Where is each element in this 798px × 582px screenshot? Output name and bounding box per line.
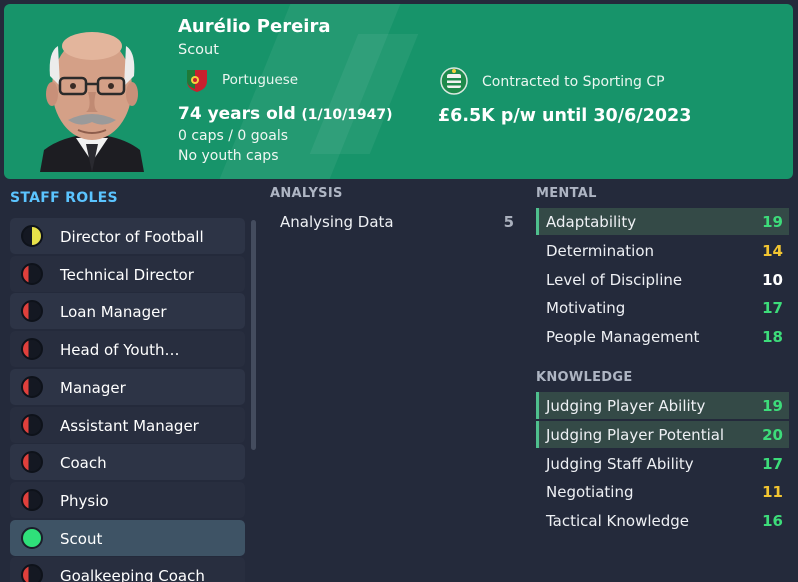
attribute-value: 16 [762, 512, 783, 531]
attribute-value: 10 [762, 270, 783, 289]
attribute-value: 11 [762, 483, 783, 502]
role-suitability-icon [21, 413, 43, 436]
role-suitability-icon [21, 451, 43, 474]
staff-role-label: Assistant Manager [60, 416, 199, 435]
attribute-value: 18 [762, 328, 783, 347]
attribute-name: People Management [546, 328, 700, 347]
caps-goals: 0 caps / 0 goals [178, 128, 289, 144]
wage-contract: £6.5K p/w until 30/6/2023 [438, 106, 692, 126]
attribute-name: Negotiating [546, 483, 634, 502]
attribute-name: Determination [546, 241, 655, 260]
staff-role-item[interactable]: Loan Manager [10, 293, 245, 330]
attribute-value: 14 [762, 241, 783, 260]
role-suitability-icon [21, 488, 43, 511]
attribute-row[interactable]: Determination 14 [536, 237, 789, 264]
staff-role-label: Technical Director [60, 265, 194, 284]
staff-role-item[interactable]: Scout [10, 519, 245, 556]
staff-roles-list: Director of Football Technical Director Lo… [10, 218, 245, 582]
role-suitability-icon [21, 225, 43, 247]
attribute-value: 19 [762, 213, 783, 231]
role-suitability-icon [21, 526, 43, 549]
attribute-row[interactable]: Negotiating 11 [536, 478, 789, 505]
portugal-flag-icon[interactable] [184, 67, 210, 93]
staff-role-label: Physio [60, 491, 109, 510]
attribute-row[interactable]: Motivating 17 [536, 294, 789, 321]
staff-role-item[interactable]: Head of Youth… [10, 331, 245, 368]
attribute-row[interactable]: Adaptability 19 [536, 208, 789, 235]
profile-header: Aurélio Pereira Scout Portuguese Contrac… [4, 4, 793, 179]
role-suitability-icon [21, 300, 43, 323]
role-suitability-icon [21, 338, 43, 361]
staff-role-item[interactable]: Assistant Manager [10, 406, 245, 443]
staff-role-label: Coach [60, 454, 107, 473]
date-of-birth: (1/10/1947) [301, 107, 393, 123]
staff-role-label: Goalkeeping Coach [60, 567, 205, 582]
attribute-name: Tactical Knowledge [546, 512, 689, 531]
roles-scrollbar[interactable] [251, 220, 256, 450]
attribute-name: Motivating [546, 299, 626, 318]
staff-role-label: Manager [60, 378, 126, 397]
staff-role-label: Director of Football [60, 228, 204, 246]
attribute-row[interactable]: People Management 18 [536, 323, 789, 350]
attribute-row[interactable]: Judging Staff Ability 17 [536, 450, 789, 477]
age-line: 74 years old (1/10/1947) [178, 104, 393, 124]
attribute-name: Adaptability [546, 213, 637, 231]
sporting-cp-badge-icon[interactable] [440, 67, 468, 95]
staff-role-item[interactable]: Manager [10, 368, 245, 405]
staff-role-item[interactable]: Physio [10, 481, 245, 518]
attribute-value: 19 [762, 397, 783, 415]
analysis-title: ANALYSIS [270, 186, 343, 201]
attribute-value: 5 [503, 213, 514, 231]
role-suitability-icon [21, 375, 43, 398]
attribute-row[interactable]: Tactical Knowledge 16 [536, 507, 789, 534]
youth-caps: No youth caps [178, 148, 279, 164]
staff-role-label: Head of Youth… [60, 341, 180, 360]
attribute-name: Judging Staff Ability [546, 454, 694, 473]
staff-role-label: Scout [60, 529, 103, 548]
attribute-name: Level of Discipline [546, 270, 683, 289]
role-suitability-icon [21, 564, 43, 582]
attribute-row[interactable]: Judging Player Potential 20 [536, 420, 789, 448]
staff-role-item[interactable]: Coach [10, 444, 245, 481]
knowledge-title: KNOWLEDGE [536, 370, 633, 385]
attribute-row[interactable]: Level of Discipline 10 [536, 266, 789, 293]
attribute-value: 17 [762, 454, 783, 473]
staff-portrait [40, 32, 144, 172]
staff-role-item[interactable]: Technical Director [10, 255, 245, 292]
staff-name: Aurélio Pereira [178, 16, 331, 37]
attribute-value: 20 [762, 425, 783, 444]
mental-title: MENTAL [536, 186, 597, 201]
staff-roles-title: STAFF ROLES [10, 190, 118, 206]
attribute-value: 17 [762, 299, 783, 318]
nationality-text[interactable]: Portuguese [222, 72, 298, 88]
age-text: 74 years old [178, 104, 296, 124]
staff-role: Scout [178, 42, 219, 58]
staff-role-item[interactable]: Director of Football [10, 218, 245, 254]
attribute-name: Judging Player Ability [546, 397, 706, 415]
attribute-name: Judging Player Potential [546, 425, 725, 444]
staff-role-item[interactable]: Goalkeeping Coach [10, 557, 245, 582]
role-suitability-icon [21, 262, 43, 285]
contract-club-text[interactable]: Contracted to Sporting CP [482, 74, 665, 90]
staff-role-label: Loan Manager [60, 303, 167, 322]
attribute-row[interactable]: Judging Player Ability 19 [536, 392, 789, 419]
attribute-name: Analysing Data [280, 213, 394, 231]
attribute-row-analysing-data[interactable]: Analysing Data 5 [270, 208, 520, 235]
